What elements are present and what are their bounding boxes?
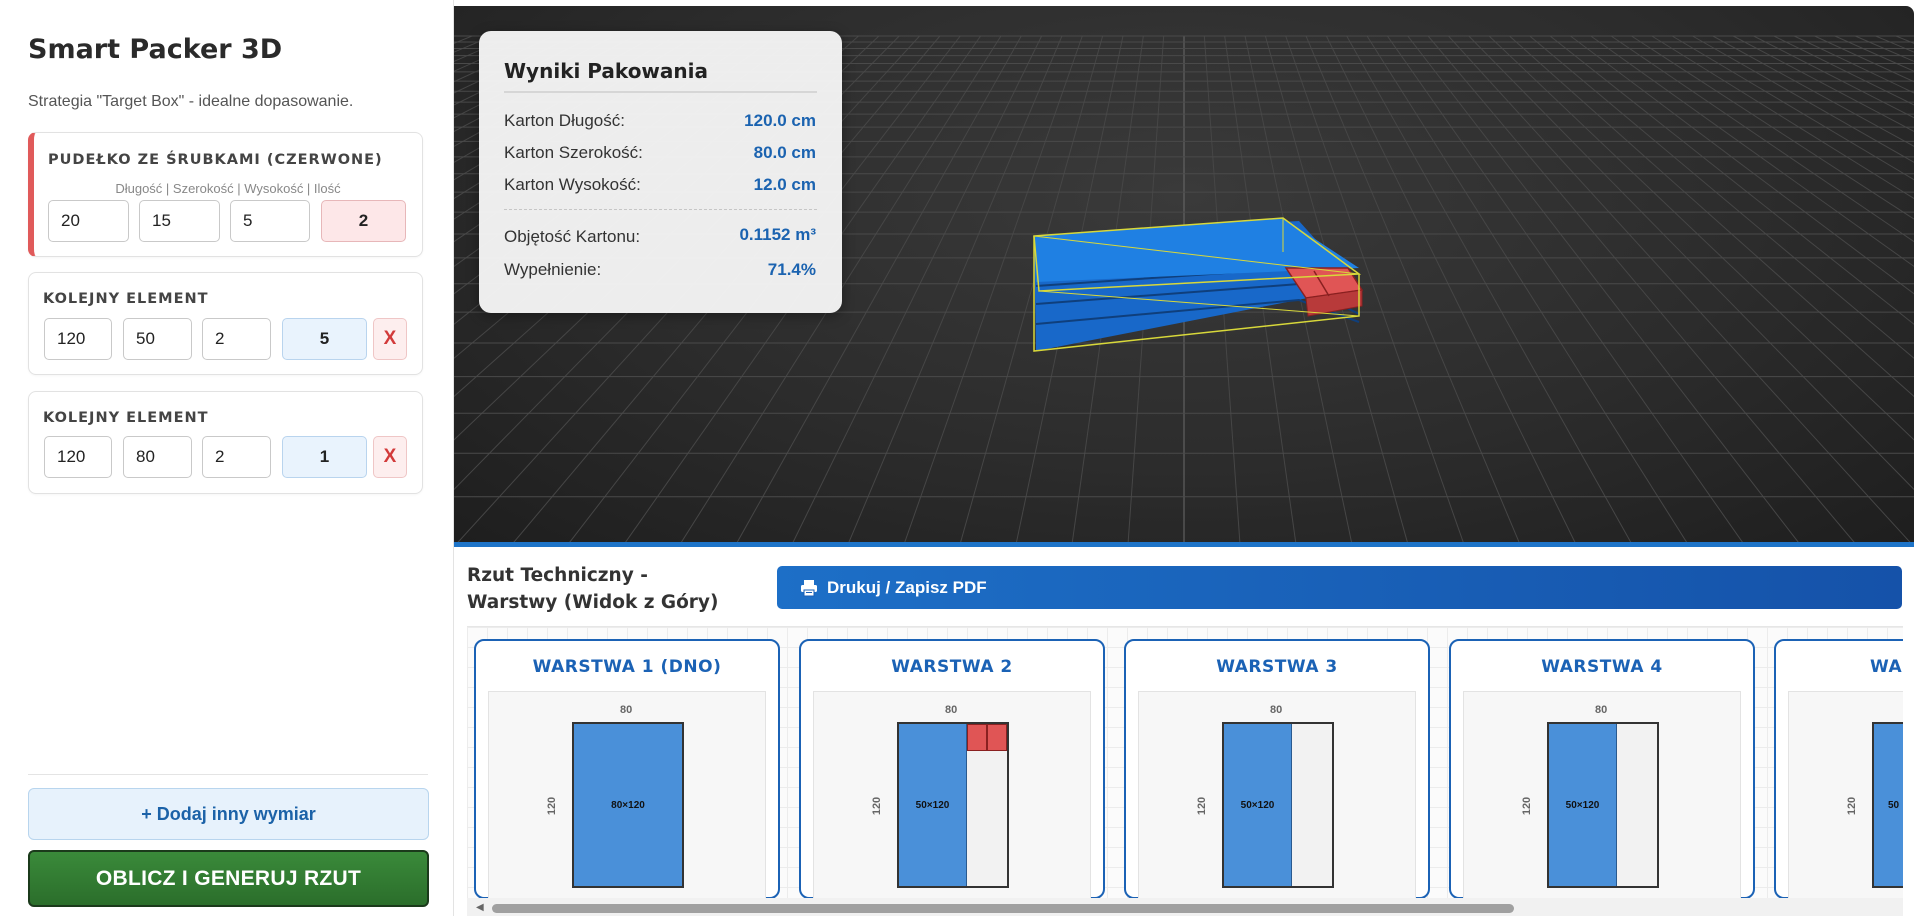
result-value-fill: 71.4%	[767, 260, 816, 279]
layer-top-dimension: 80	[1595, 704, 1608, 716]
layer-left-dimension: 120	[1196, 796, 1209, 816]
item-qty-input[interactable]: 5	[282, 318, 367, 360]
main-length-input[interactable]: 20	[48, 200, 129, 242]
layer-card: WARSTWA 2 80 120 50×120	[799, 639, 1105, 901]
item-height-input[interactable]: 2	[202, 318, 271, 360]
layer-left-dimension: 120	[1521, 796, 1534, 816]
main-box-title: PUDEŁKO ZE ŚRUBKAMI (CZERWONE)	[48, 152, 383, 168]
pallet-outline: 50×120	[897, 722, 1009, 888]
pallet-outline: 50×120	[1547, 722, 1659, 888]
box-label: 50×120	[1224, 724, 1292, 886]
layer-plot: 120 50	[1788, 691, 1903, 901]
layer-top-dimension: 80	[620, 704, 633, 716]
app-title: Smart Packer 3D	[28, 34, 283, 65]
red-box	[967, 724, 987, 751]
layer-left-dimension: 120	[546, 796, 559, 816]
app-subtitle: Strategia "Target Box" - idealne dopasow…	[28, 93, 354, 110]
main-qty-input[interactable]: 2	[321, 200, 406, 242]
print-pdf-label: Drukuj / Zapisz PDF	[827, 577, 987, 597]
layer-top-dimension: 80	[945, 704, 958, 716]
box-label: 50×120	[899, 724, 967, 886]
pallet-outline: 80×120	[572, 722, 684, 888]
main-height-input[interactable]: 5	[230, 200, 310, 242]
results-dashed-divider	[504, 209, 817, 210]
result-label-length: Karton Długość:	[504, 111, 625, 130]
item-height-input[interactable]: 2	[202, 436, 271, 478]
results-title: Wyniki Pakowania	[504, 59, 708, 83]
delete-item-button[interactable]: X	[373, 318, 407, 360]
layer-top-dimension: 80	[1270, 704, 1283, 716]
pallet-outline: 50	[1872, 722, 1903, 888]
add-dimension-button[interactable]: + Dodaj inny wymiar	[28, 788, 429, 840]
printer-icon	[801, 579, 817, 596]
layer-left-dimension: 120	[1846, 796, 1859, 816]
item-card: KOLEJNY ELEMENT 120 80 2 1 X	[28, 391, 423, 494]
box-label: 80×120	[574, 724, 682, 886]
item-length-input[interactable]: 120	[44, 318, 112, 360]
field-hint: Długość | Szerokość | Wysokość | Ilość	[115, 181, 341, 196]
item-width-input[interactable]: 80	[123, 436, 192, 478]
pallet-outline: 50×120	[1222, 722, 1334, 888]
result-label-volume: Objętość Kartonu:	[504, 227, 641, 246]
sidebar: Smart Packer 3D Strategia "Target Box" -…	[0, 0, 454, 916]
layer-title: WARSTWA 4	[1541, 657, 1663, 677]
print-pdf-button[interactable]: Drukuj / Zapisz PDF	[777, 566, 1902, 609]
layer-card: WARSTWA 4 80 120 50×120	[1449, 639, 1755, 901]
scroll-left-icon[interactable]: ◀	[476, 902, 484, 913]
calculate-button[interactable]: OBLICZ I GENERUJ RZUT	[28, 850, 429, 907]
item-length-input[interactable]: 120	[44, 436, 112, 478]
layer-plot: 80 120 50×120	[1138, 691, 1416, 901]
item-title: KOLEJNY ELEMENT	[43, 410, 209, 426]
layer-title: WARSTWA 1 (DNO)	[532, 657, 722, 677]
box-label: 50×120	[1549, 724, 1617, 886]
result-value-volume: 0.1152 m³	[739, 225, 816, 244]
box-label: 50	[1874, 724, 1903, 886]
delete-item-button[interactable]: X	[373, 436, 407, 478]
item-card: KOLEJNY ELEMENT 120 50 2 5 X	[28, 272, 423, 375]
results-panel: Wyniki Pakowania Karton Długość: 120.0 c…	[479, 31, 842, 313]
red-box	[987, 724, 1007, 751]
item-title: KOLEJNY ELEMENT	[43, 291, 209, 307]
item-qty-input[interactable]: 1	[282, 436, 367, 478]
scrollbar-thumb[interactable]	[492, 904, 1514, 913]
result-value-width: 80.0 cm	[753, 143, 816, 162]
divider	[28, 774, 428, 775]
layer-plot: 80 120 50×120	[813, 691, 1091, 901]
packed-carton	[1033, 217, 1364, 352]
layer-title: WA	[1870, 657, 1903, 677]
layer-card: WARSTWA 3 80 120 50×120	[1124, 639, 1430, 901]
layers-strip[interactable]: WARSTWA 1 (DNO) 80 120 80×120 WARSTWA 2 …	[467, 626, 1903, 916]
layer-card: WA 120 50	[1774, 639, 1903, 901]
layer-left-dimension: 120	[871, 796, 884, 816]
result-value-length: 120.0 cm	[744, 111, 816, 130]
main-box-card: PUDEŁKO ZE ŚRUBKAMI (CZERWONE) Długość |…	[28, 132, 423, 257]
main-width-input[interactable]: 15	[139, 200, 220, 242]
layer-plot: 80 120 50×120	[1463, 691, 1741, 901]
layer-title: WARSTWA 3	[1216, 657, 1338, 677]
layer-plot: 80 120 80×120	[488, 691, 766, 901]
result-value-height: 12.0 cm	[753, 175, 816, 194]
result-label-width: Karton Szerokość:	[504, 143, 643, 162]
result-label-fill: Wypełnienie:	[504, 260, 602, 279]
result-label-height: Karton Wysokość:	[504, 175, 641, 194]
viewport-divider	[454, 542, 1914, 547]
layer-title: WARSTWA 2	[891, 657, 1013, 677]
tech-view-title: Rzut Techniczny - Warstwy (Widok z Góry)	[467, 565, 719, 613]
results-divider	[504, 91, 817, 93]
layer-card: WARSTWA 1 (DNO) 80 120 80×120	[474, 639, 780, 901]
item-width-input[interactable]: 50	[123, 318, 192, 360]
